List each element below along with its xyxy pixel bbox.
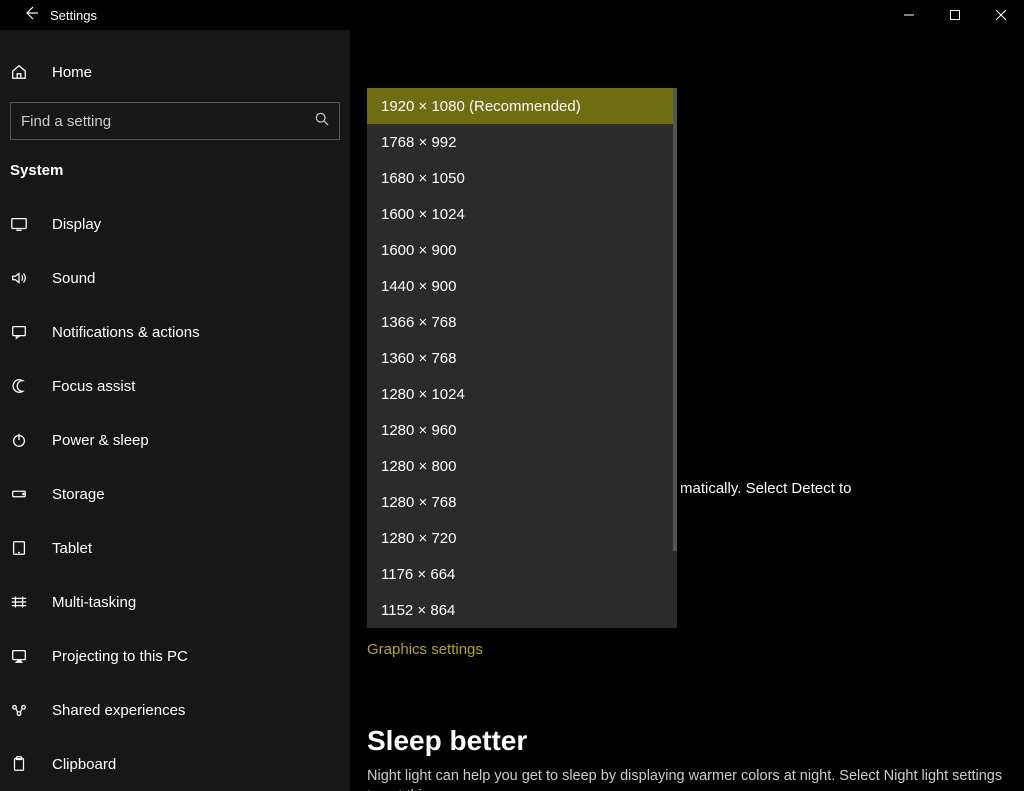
main-content: matically. Select Detect to 1920 × 1080 …: [350, 30, 1024, 791]
resolution-option[interactable]: 1600 × 900: [367, 232, 677, 268]
sidebar-item-projecting[interactable]: Projecting to this PC: [0, 629, 350, 683]
search-input[interactable]: [10, 102, 340, 140]
resolution-dropdown[interactable]: 1920 × 1080 (Recommended) 1768 × 992 168…: [367, 88, 677, 628]
sidebar-item-label: Power & sleep: [52, 432, 149, 449]
sidebar-item-label: Tablet: [52, 540, 92, 557]
maximize-button[interactable]: [932, 0, 978, 30]
clipboard-icon: [10, 755, 34, 773]
minimize-button[interactable]: [886, 0, 932, 30]
sidebar-item-label: Display: [52, 216, 101, 233]
sidebar-item-tablet[interactable]: Tablet: [0, 521, 350, 575]
nav-home-label: Home: [52, 64, 92, 81]
sidebar-item-label: Multi-tasking: [52, 594, 136, 611]
resolution-option[interactable]: 1600 × 1024: [367, 196, 677, 232]
window-title: Settings: [50, 8, 97, 23]
notifications-icon: [10, 323, 34, 341]
search-icon: [315, 112, 329, 130]
sidebar-item-label: Storage: [52, 486, 105, 503]
sidebar-item-display[interactable]: Display: [0, 197, 350, 251]
dropdown-scrollbar[interactable]: [673, 88, 677, 551]
resolution-option[interactable]: 1768 × 992: [367, 124, 677, 160]
sidebar-item-label: Projecting to this PC: [52, 648, 188, 665]
resolution-option[interactable]: 1152 × 864: [367, 592, 677, 628]
graphics-settings-link[interactable]: Graphics settings: [367, 641, 483, 658]
detect-text-fragment: matically. Select Detect to: [680, 480, 851, 497]
titlebar: Settings: [0, 0, 1024, 30]
sidebar-category: System: [0, 162, 350, 197]
search-field[interactable]: [21, 113, 315, 130]
sidebar-item-focus-assist[interactable]: Focus assist: [0, 359, 350, 413]
sidebar-item-label: Shared experiences: [52, 702, 185, 719]
nav-home[interactable]: Home: [0, 60, 350, 84]
sidebar-item-sound[interactable]: Sound: [0, 251, 350, 305]
sidebar-item-label: Focus assist: [52, 378, 135, 395]
resolution-option[interactable]: 1280 × 1024: [367, 376, 677, 412]
resolution-option[interactable]: 1920 × 1080 (Recommended): [367, 88, 677, 124]
sidebar-item-power-sleep[interactable]: Power & sleep: [0, 413, 350, 467]
resolution-option[interactable]: 1680 × 1050: [367, 160, 677, 196]
sidebar-item-label: Clipboard: [52, 756, 116, 773]
sidebar-item-label: Notifications & actions: [52, 324, 200, 341]
resolution-option[interactable]: 1440 × 900: [367, 268, 677, 304]
storage-icon: [10, 485, 34, 503]
sidebar-item-notifications[interactable]: Notifications & actions: [0, 305, 350, 359]
multitasking-icon: [10, 593, 34, 611]
tablet-icon: [10, 539, 34, 557]
back-button[interactable]: [12, 5, 50, 26]
resolution-option[interactable]: 1366 × 768: [367, 304, 677, 340]
resolution-option[interactable]: 1280 × 960: [367, 412, 677, 448]
resolution-option[interactable]: 1176 × 664: [367, 556, 677, 592]
shared-experiences-icon: [10, 701, 34, 719]
resolution-option[interactable]: 1360 × 768: [367, 340, 677, 376]
focus-assist-icon: [10, 377, 34, 395]
power-icon: [10, 431, 34, 449]
resolution-option[interactable]: 1280 × 768: [367, 484, 677, 520]
projecting-icon: [10, 647, 34, 665]
sidebar-item-storage[interactable]: Storage: [0, 467, 350, 521]
close-button[interactable]: [978, 0, 1024, 30]
home-icon: [10, 63, 34, 81]
resolution-option[interactable]: 1280 × 720: [367, 520, 677, 556]
sidebar-item-clipboard[interactable]: Clipboard: [0, 737, 350, 791]
sleep-better-title: Sleep better: [367, 725, 1014, 757]
sleep-better-section: Sleep better Night light can help you ge…: [367, 725, 1014, 791]
sleep-better-description: Night light can help you get to sleep by…: [367, 767, 1014, 791]
display-icon: [10, 215, 34, 233]
resolution-option[interactable]: 1280 × 800: [367, 448, 677, 484]
sidebar: Home System Display Sound: [0, 30, 350, 791]
sound-icon: [10, 269, 34, 287]
sidebar-item-label: Sound: [52, 270, 95, 287]
sidebar-item-shared-experiences[interactable]: Shared experiences: [0, 683, 350, 737]
sidebar-item-multitasking[interactable]: Multi-tasking: [0, 575, 350, 629]
